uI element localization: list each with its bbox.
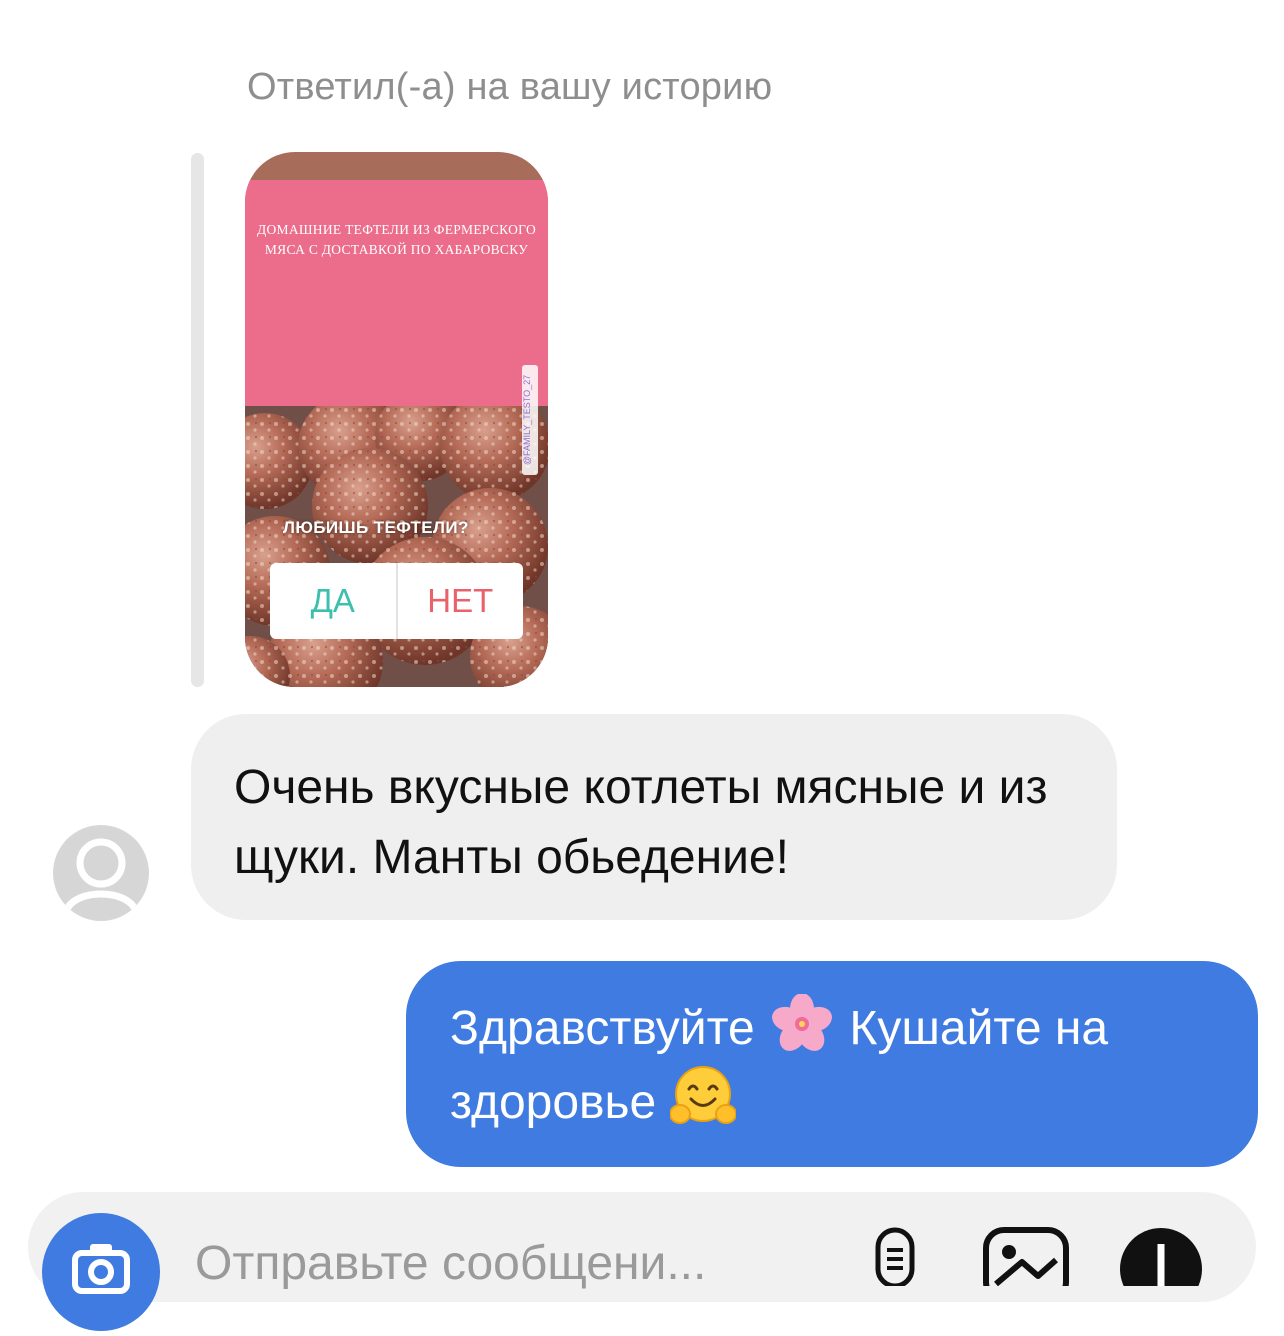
message-input[interactable]: Отправьте сообщени... <box>195 1236 706 1291</box>
svg-text:@FAMILY_TESTO_27: @FAMILY_TESTO_27 <box>522 375 532 465</box>
microphone-icon[interactable] <box>872 1226 918 1286</box>
story-preview[interactable]: Домашние тефтели из фермерского мяса с д… <box>245 152 548 687</box>
poll-option-no[interactable]: НЕТ <box>398 563 524 639</box>
user-icon <box>54 826 148 920</box>
story-banner: Домашние тефтели из фермерского мяса с д… <box>245 180 548 406</box>
gallery-icon[interactable] <box>982 1226 1070 1286</box>
quote-bar <box>191 153 204 687</box>
camera-icon <box>72 1244 130 1294</box>
greeting-text: Здравствуйте <box>450 1002 755 1055</box>
poll-sticker[interactable]: ДА НЕТ <box>270 563 523 639</box>
hugging-face-emoji <box>669 1066 736 1124</box>
avatar[interactable] <box>53 825 149 921</box>
sticker-icon[interactable] <box>1118 1226 1204 1286</box>
story-question: ЛЮБИШЬ ТЕФТЕЛИ? <box>283 518 469 537</box>
incoming-message-bubble[interactable]: Очень вкусные котлеты мясные и из щуки. … <box>191 714 1117 920</box>
outgoing-message-text: Здравствуйте Кушайте на здоровье <box>450 994 1240 1138</box>
camera-button[interactable] <box>42 1213 160 1331</box>
story-banner-text: Домашние тефтели из фермерского мяса с д… <box>256 222 537 257</box>
cherry-blossom-emoji <box>772 994 833 1051</box>
meatballs-photo <box>245 406 548 687</box>
story-reply-caption: Ответил(-а) на вашу историю <box>247 66 773 108</box>
incoming-message-text: Очень вкусные котлеты мясные и из щуки. … <box>234 761 1048 884</box>
story-watermark: @FAMILY_TESTO_27 <box>522 365 538 475</box>
outgoing-message-bubble[interactable]: Здравствуйте Кушайте на здоровье <box>406 961 1258 1167</box>
meatballs-image <box>245 406 548 687</box>
poll-option-yes[interactable]: ДА <box>270 563 398 639</box>
